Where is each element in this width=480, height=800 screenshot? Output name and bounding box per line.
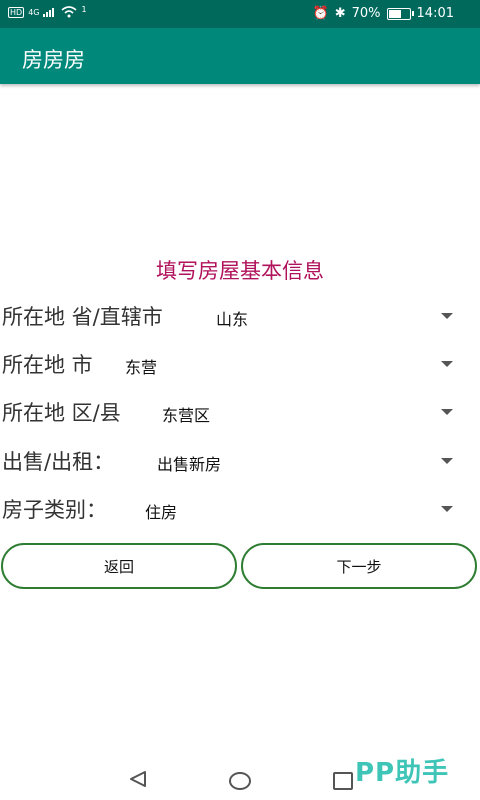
province-label: 所在地 省/直辖市: [2, 305, 163, 329]
form-title: 填写房屋基本信息: [156, 259, 324, 283]
city-label: 所在地 市: [2, 353, 93, 377]
district-value: 东营区: [162, 406, 211, 425]
network-4g-label: 4G: [28, 7, 40, 17]
sale-rent-spinner[interactable]: 出售/出租： 出售新房: [0, 440, 480, 484]
hd-badge: HD: [8, 6, 25, 18]
dropdown-arrow-icon: [441, 458, 453, 464]
wifi-icon: [61, 6, 78, 18]
nav-back-icon[interactable]: [128, 770, 148, 788]
app-bar: 房房房: [0, 28, 480, 84]
province-spinner[interactable]: 所在地 省/直辖市 山东: [0, 295, 480, 339]
district-label: 所在地 区/县: [2, 401, 121, 425]
battery-fill: [388, 9, 402, 18]
dropdown-arrow-icon: [441, 409, 453, 415]
sale-rent-value: 出售新房: [157, 455, 222, 474]
house-type-label: 房子类别：: [2, 498, 107, 522]
province-value: 山东: [216, 310, 249, 329]
wifi-badge: 1: [81, 4, 87, 14]
next-button[interactable]: 下一步: [241, 543, 477, 589]
dropdown-arrow-icon: [441, 361, 453, 367]
back-button[interactable]: 返回: [1, 543, 237, 589]
app-title: 房房房: [22, 48, 85, 72]
status-right: ⏰ ✱ 70% 14:01: [313, 6, 454, 21]
nav-home-icon[interactable]: [229, 772, 251, 790]
city-spinner[interactable]: 所在地 市 东营: [0, 343, 480, 387]
status-left: HD 4G 1: [8, 4, 87, 18]
signal-icon: [43, 8, 55, 17]
city-value: 东营: [125, 358, 158, 377]
district-spinner[interactable]: 所在地 区/县 东营区: [0, 391, 480, 435]
house-type-spinner[interactable]: 房子类别： 住房: [0, 488, 480, 532]
watermark-logo: PP助手: [355, 758, 450, 788]
dropdown-arrow-icon: [441, 506, 453, 512]
alarm-icon: ⏰: [312, 6, 329, 21]
status-bar: HD 4G 1 ⏰ ✱ 70% 14:01: [0, 0, 480, 28]
battery-percent: 70%: [351, 6, 381, 21]
house-type-value: 住房: [145, 503, 178, 522]
dropdown-arrow-icon: [441, 313, 453, 319]
nav-recent-apps-icon[interactable]: [333, 772, 353, 790]
clock-time: 14:01: [416, 6, 454, 21]
bluetooth-icon: ✱: [334, 6, 346, 21]
sale-rent-label: 出售/出租：: [2, 450, 115, 474]
battery-icon: [386, 7, 414, 20]
